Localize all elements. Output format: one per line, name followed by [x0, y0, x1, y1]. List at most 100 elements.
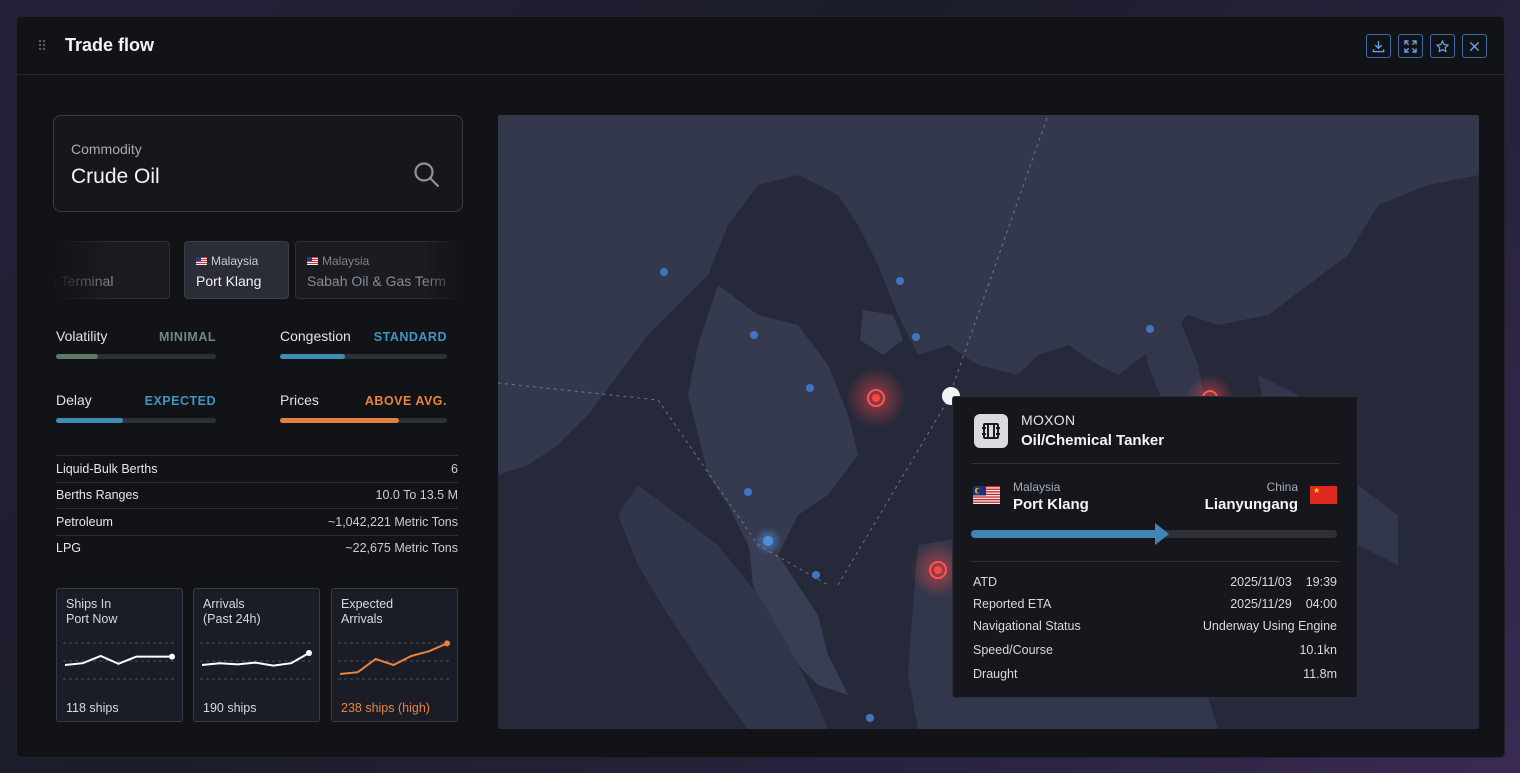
port-marker[interactable]	[750, 331, 758, 339]
metric-bar	[56, 354, 216, 359]
spark-footer: 190 ships	[203, 701, 257, 715]
expand-button[interactable]	[1398, 34, 1423, 58]
port-stats-table: Liquid-Bulk Berths 6 Berths Ranges 10.0 To…	[56, 455, 458, 561]
port-carousel[interactable]: je Oil Terminal Malaysia Port Klang Mala…	[53, 239, 463, 299]
vessel-name: MOXON	[1021, 412, 1076, 428]
port-marker[interactable]	[912, 333, 920, 341]
port-card-active[interactable]: Malaysia Port Klang	[184, 241, 289, 299]
vessel-detail-row: Navigational Status Underway Using Engine	[973, 619, 1337, 633]
stat-row: Liquid-Bulk Berths 6	[56, 455, 458, 482]
metric-label: Congestion	[280, 328, 351, 344]
arrivals-past-24h-card[interactable]: Arrivals (Past 24h) 190 ships	[193, 588, 320, 722]
port-marker[interactable]	[763, 536, 773, 546]
divider	[971, 561, 1339, 562]
metric-label: Volatility	[56, 328, 108, 344]
port-country-text: Malaysia	[322, 254, 370, 268]
metric-label: Delay	[56, 392, 92, 408]
detail-label: Reported ETA	[973, 597, 1052, 611]
title-bar: ⠿ Trade flow	[17, 17, 1504, 75]
voyage-progress-fill	[971, 530, 1165, 538]
vessel-detail-row: Speed/Course 10.1kn	[973, 643, 1337, 657]
destination-country: China	[1266, 480, 1298, 494]
detail-value: 10.1kn	[1299, 643, 1337, 657]
port-marker[interactable]	[812, 571, 820, 579]
port-country: Malaysia	[196, 254, 277, 268]
detail-label: Draught	[973, 667, 1018, 681]
malaysia-flag-icon	[196, 257, 207, 265]
detail-value: 2025/11/29 04:00	[1230, 597, 1337, 611]
stat-label: LPG	[56, 541, 82, 556]
detail-value: 11.8m	[1303, 667, 1337, 681]
vessel-detail-row: Draught 11.8m	[973, 667, 1337, 681]
destination-port: Lianyungang	[1204, 496, 1298, 513]
stat-row: Petroleum ~1,042,221 Metric Tons	[56, 508, 458, 535]
metric-label: Prices	[280, 392, 319, 408]
window-actions	[1366, 34, 1487, 58]
metric-bar-fill	[280, 354, 346, 359]
download-button[interactable]	[1366, 34, 1391, 58]
stat-value: ~1,042,221 Metric Tons	[327, 514, 458, 529]
vessel-info-card: MOXON Oil/Chemical Tanker Malaysia Port …	[952, 396, 1358, 698]
port-marker[interactable]	[1146, 325, 1154, 333]
spark-title: Expected Arrivals	[341, 597, 394, 626]
origin-country: Malaysia	[1013, 480, 1061, 494]
favorite-button[interactable]	[1430, 34, 1455, 58]
download-icon	[1372, 40, 1385, 52]
metric-level: EXPECTED	[144, 394, 216, 408]
commodity-search-field[interactable]: Commodity Crude Oil	[53, 115, 463, 212]
divider	[971, 463, 1339, 464]
voyage-progress-bar	[971, 523, 1337, 545]
china-flag-icon	[1310, 486, 1337, 504]
detail-label: Speed/Course	[973, 643, 1053, 657]
metric-level: STANDARD	[373, 330, 447, 344]
tanker-icon	[974, 414, 1008, 448]
vessel-type: Oil/Chemical Tanker	[1021, 432, 1165, 449]
spark-endpoint	[306, 650, 312, 656]
metric-bar-fill	[280, 418, 399, 423]
search-icon[interactable]	[412, 160, 442, 190]
ships-in-port-card[interactable]: Ships In Port Now 118 ships	[56, 588, 183, 722]
metric-bar-fill	[56, 354, 98, 359]
stat-value: 10.0 To 13.5 M	[375, 488, 458, 503]
close-button[interactable]	[1462, 34, 1487, 58]
detail-value: Underway Using Engine	[1202, 619, 1337, 633]
vessel-detail-row: ATD 2025/11/03 19:39	[973, 575, 1337, 589]
metric-bar	[280, 354, 447, 359]
stat-label: Liquid-Bulk Berths	[56, 461, 158, 476]
spark-title: Arrivals (Past 24h)	[203, 597, 261, 626]
vessel-detail-row: Reported ETA 2025/11/29 04:00	[973, 597, 1337, 611]
trade-flow-window: ⠿ Trade flow Commodity Crude Oil je Oil …	[17, 17, 1504, 757]
metric-level: ABOVE AVG.	[364, 394, 447, 408]
star-icon	[1436, 39, 1449, 53]
spark-footer: 238 ships (high)	[341, 701, 430, 715]
arrivals-sparkline	[200, 642, 313, 680]
drag-handle-icon[interactable]: ⠿	[37, 39, 53, 53]
expected-arrivals-card[interactable]: Expected Arrivals 238 ships (high)	[331, 588, 458, 722]
carousel-fade-right	[423, 239, 463, 299]
port-marker[interactable]	[866, 714, 874, 722]
port-marker-dot	[934, 566, 942, 574]
metric-bar-fill	[56, 418, 124, 423]
port-marker[interactable]	[896, 277, 904, 285]
spark-footer: 118 ships	[66, 701, 119, 715]
stat-row: LPG ~22,675 Metric Tons	[56, 534, 458, 562]
window-title: Trade flow	[65, 35, 155, 55]
carousel-fade-left	[53, 239, 113, 299]
malaysia-flag-icon	[307, 257, 318, 265]
origin-port: Port Klang	[1013, 496, 1089, 513]
commodity-value: Crude Oil	[71, 165, 160, 188]
metric-delay: Delay EXPECTED	[56, 392, 216, 423]
stat-value: ~22,675 Metric Tons	[345, 541, 458, 556]
spark-endpoint	[444, 640, 450, 647]
stat-row: Berths Ranges 10.0 To 13.5 M	[56, 481, 458, 509]
stat-value: 6	[451, 461, 458, 476]
detail-label: ATD	[973, 575, 998, 589]
stat-label: Berths Ranges	[56, 488, 139, 503]
port-marker[interactable]	[806, 384, 814, 392]
metric-volatility: Volatility MINIMAL	[56, 328, 216, 359]
expand-icon	[1404, 39, 1417, 53]
expected-arrivals-sparkline	[338, 640, 451, 680]
port-marker[interactable]	[660, 268, 668, 276]
port-marker[interactable]	[744, 488, 752, 496]
close-icon	[1469, 41, 1480, 51]
